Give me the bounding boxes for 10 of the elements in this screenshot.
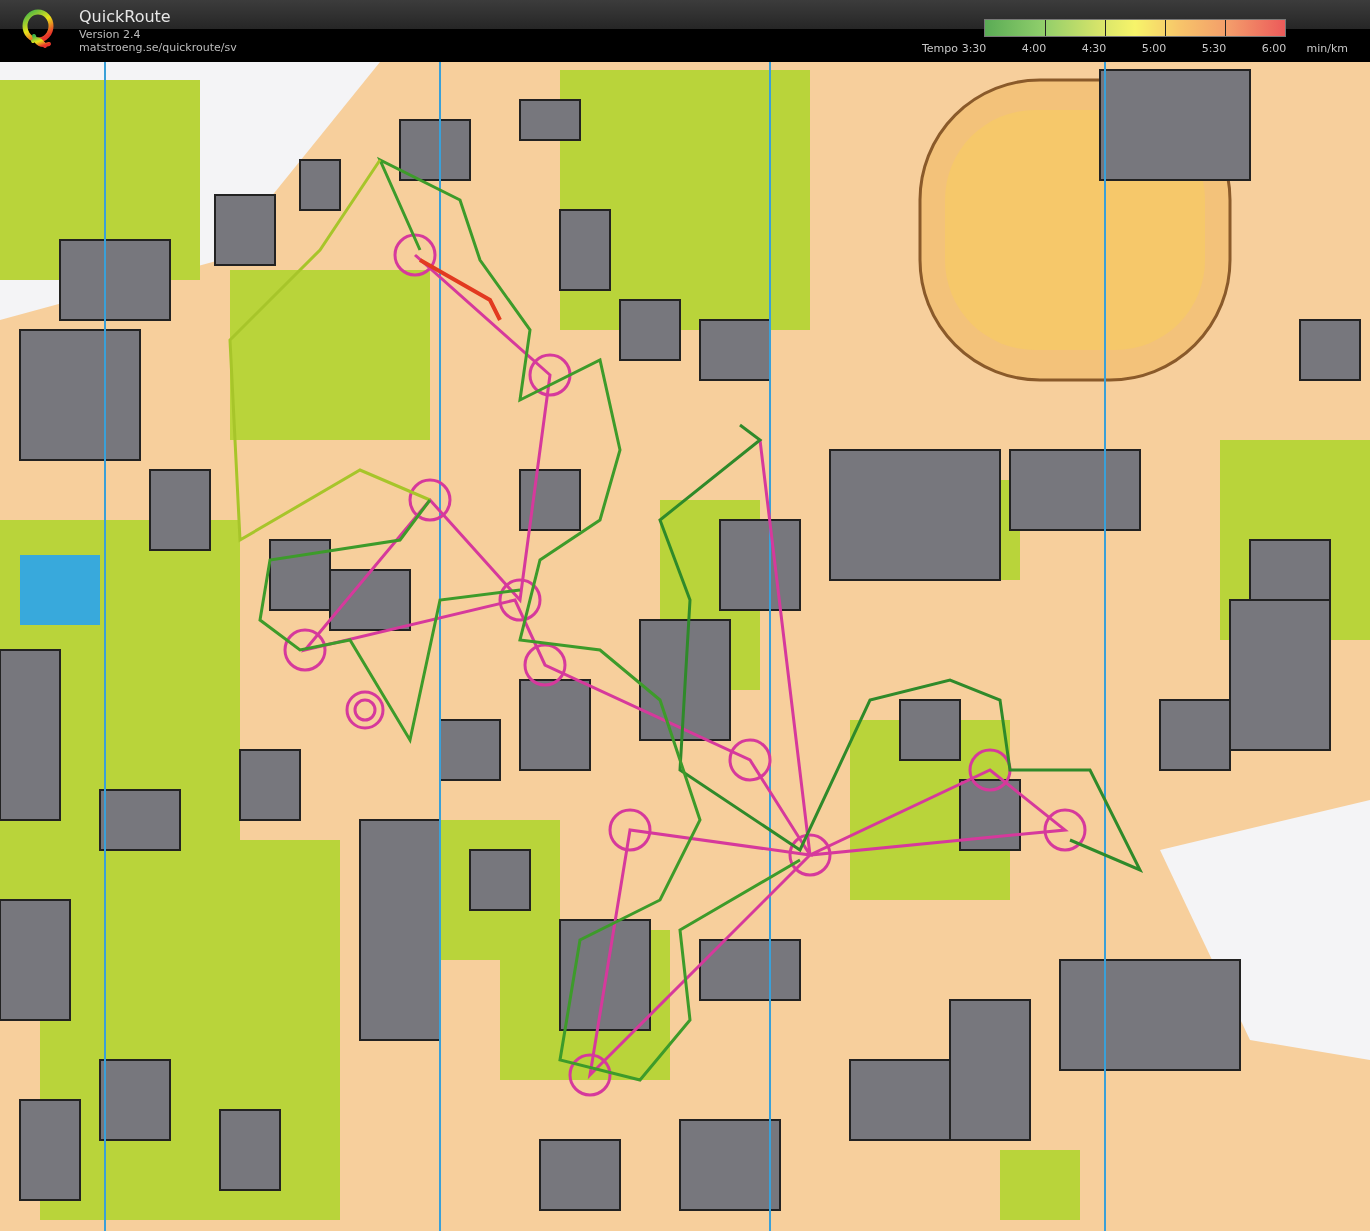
tempo-label: Tempo bbox=[921, 42, 958, 55]
pace-tick-label: 5:00 bbox=[1140, 42, 1168, 55]
version-text: Version 2.4 bbox=[79, 28, 142, 41]
unit-label: min/km bbox=[1305, 42, 1348, 55]
pace-tick-label: 4:30 bbox=[1080, 42, 1108, 55]
pace-tick-label: 4:00 bbox=[1020, 42, 1048, 55]
pace-tick-label: 6:00 bbox=[1260, 42, 1288, 55]
app-title: QuickRoute bbox=[79, 6, 172, 28]
pace-tick-label: 5:30 bbox=[1200, 42, 1228, 55]
website-url: matstroeng.se/quickroute/sv bbox=[79, 41, 237, 54]
